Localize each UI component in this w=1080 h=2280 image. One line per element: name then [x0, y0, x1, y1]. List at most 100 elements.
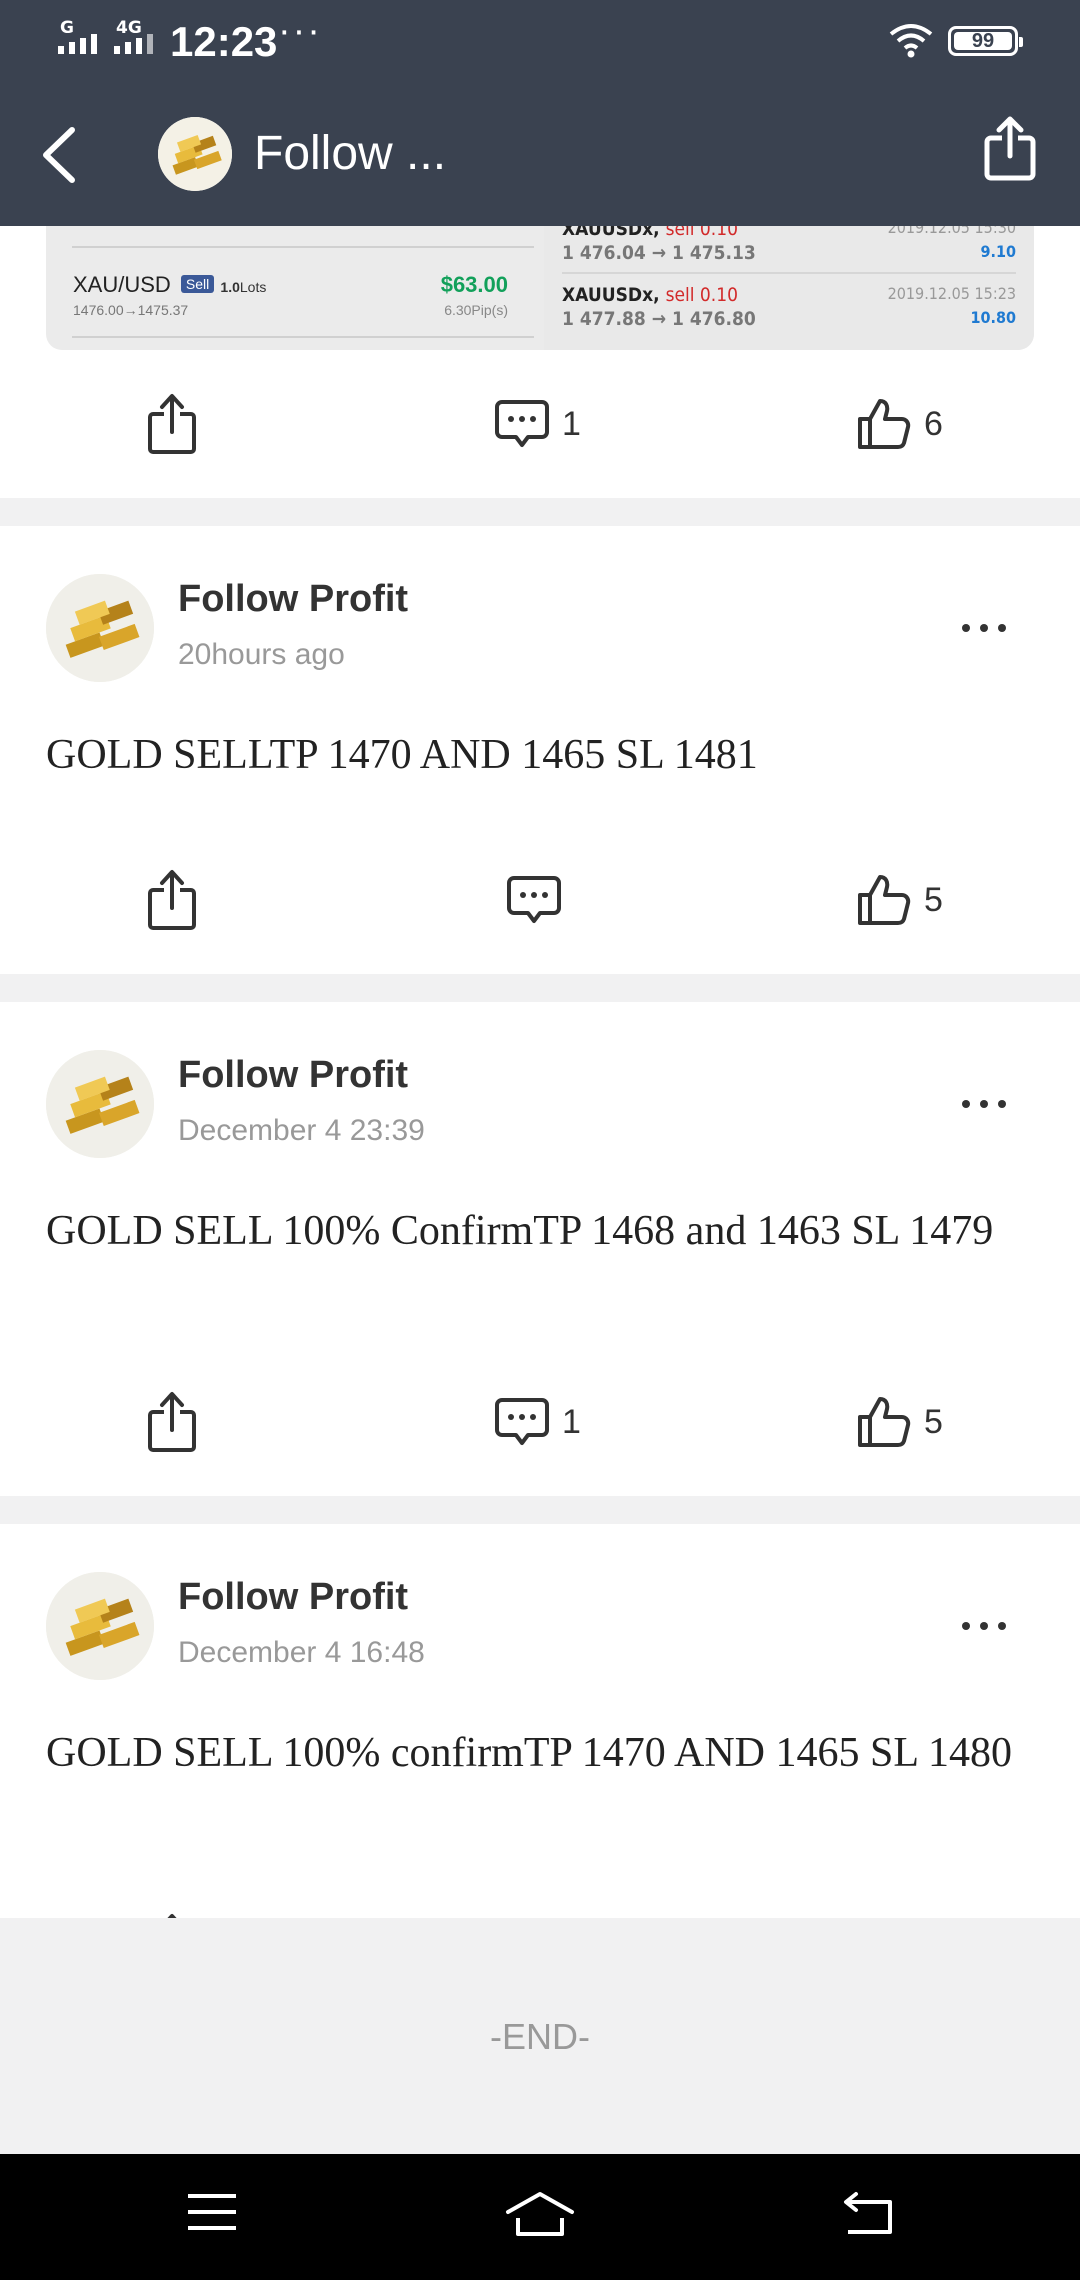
- nav-avatar[interactable]: [158, 117, 232, 191]
- trade-preview-box: XAU/USD Sell 1.0Lots 1476.00→1475.37 $63…: [46, 226, 1034, 350]
- feed-card: XAU/USD Sell 1.0Lots 1476.00→1475.37 $63…: [0, 226, 1080, 498]
- post-time: December 4 23:39: [178, 1114, 425, 1147]
- trade-preview-right: XAUUSDx, sell 0.10 1 476.04 → 1 475.13 2…: [544, 226, 1034, 350]
- app-header: G 4G 12:23 ··· 99 Follow ...: [0, 0, 1080, 226]
- trade-preview-left: XAU/USD Sell 1.0Lots 1476.00→1475.37 $63…: [46, 226, 534, 350]
- battery-icon: 99: [948, 26, 1023, 56]
- share-icon[interactable]: [980, 114, 1040, 184]
- share-icon: [148, 394, 196, 454]
- thumbs-up-icon: [858, 875, 911, 925]
- post-time: 20hours ago: [178, 638, 345, 671]
- share-button[interactable]: [146, 350, 198, 498]
- trade-preview-image[interactable]: XAU/USD Sell 1.0Lots 1476.00→1475.37 $63…: [0, 226, 1080, 350]
- action: sell 0.10: [665, 284, 738, 306]
- trade-pair-label: XAU/USD: [73, 272, 171, 297]
- wifi-icon: [889, 24, 933, 58]
- author-name[interactable]: Follow Profit: [178, 1054, 408, 1097]
- comment-count: 1: [562, 404, 581, 443]
- post-header: Follow Profit December 4 23:39: [0, 1002, 1080, 1162]
- signal-bars-icon: [114, 34, 153, 54]
- author-name[interactable]: Follow Profit: [178, 578, 408, 621]
- trade-profit: $63.00: [440, 272, 508, 297]
- back-arrow-icon[interactable]: [30, 120, 90, 190]
- share-icon: [148, 870, 196, 930]
- avatar[interactable]: [46, 574, 154, 682]
- trade-row-datetime: 2019.12.05 15:30: [887, 226, 1016, 237]
- share-icon: [148, 1392, 196, 1452]
- gold-bars-icon: [46, 1050, 154, 1158]
- trade-pair: XAU/USD Sell 1.0Lots: [73, 272, 266, 298]
- thumbs-up-icon: [858, 399, 911, 449]
- trade-row-datetime: 2019.12.05 15:23: [887, 284, 1016, 303]
- like-count: 5: [924, 1402, 943, 1441]
- sell-badge: Sell: [180, 275, 215, 293]
- trade-row: XAUUSDx, sell 0.10 1 476.04 → 1 475.13 2…: [562, 226, 1016, 278]
- status-time: 12:23: [170, 18, 278, 65]
- status-more-icon: ···: [278, 10, 322, 52]
- post-actions: 1 5: [0, 1348, 1080, 1496]
- trade-row-symbol: XAUUSDx, sell 0.10: [562, 284, 738, 306]
- comment-button[interactable]: [506, 826, 574, 974]
- menu-icon[interactable]: [186, 2190, 238, 2234]
- more-dots-icon[interactable]: [962, 618, 1006, 638]
- lots-unit: Lots: [239, 279, 267, 295]
- post-text[interactable]: GOLD SELL 100% ConfirmTP 1468 and 1463 S…: [0, 1162, 1080, 1348]
- comment-icon: [495, 400, 549, 447]
- post-header: Follow Profit December 4 16:48: [0, 1524, 1080, 1684]
- battery-level: 99: [954, 31, 1012, 51]
- post-actions: 5: [0, 826, 1080, 974]
- gold-bars-icon: [46, 574, 154, 682]
- trade-row-symbol: XAUUSDx, sell 0.10: [562, 226, 738, 240]
- end-label: -END-: [490, 2016, 590, 2057]
- comment-icon: [507, 876, 561, 923]
- trade-lots: 1.0Lots: [220, 279, 266, 295]
- avatar[interactable]: [46, 1050, 154, 1158]
- post-header: Follow Profit 20hours ago: [0, 526, 1080, 686]
- comment-icon: [495, 1398, 549, 1445]
- page-title: Follow ...: [254, 127, 447, 180]
- more-dots-icon[interactable]: [962, 1616, 1006, 1636]
- more-dots-icon[interactable]: [962, 1094, 1006, 1114]
- trade-row-prices: 1 476.04 → 1 475.13: [562, 242, 756, 264]
- share-button[interactable]: [146, 1348, 198, 1496]
- action: sell 0.10: [665, 226, 738, 240]
- signal-bars-icon: [58, 34, 97, 54]
- like-button[interactable]: 5: [856, 1348, 943, 1496]
- feed-card: Follow Profit 20hours ago GOLD SELLTP 14…: [0, 526, 1080, 974]
- trade-row-prices: 1 477.88 → 1 476.80: [562, 308, 756, 330]
- comment-count: 1: [562, 1402, 581, 1441]
- gold-bars-icon: [158, 117, 232, 191]
- author-name[interactable]: Follow Profit: [178, 1576, 408, 1619]
- like-count: 6: [924, 404, 943, 443]
- feed-card: Follow Profit December 4 23:39 GOLD SELL…: [0, 1002, 1080, 1496]
- share-button[interactable]: [146, 826, 198, 974]
- divider: [562, 272, 1016, 274]
- like-button[interactable]: 6: [856, 350, 943, 498]
- symbol: XAUUSDx,: [562, 226, 660, 240]
- like-count: 5: [924, 880, 943, 919]
- divider: [72, 246, 534, 248]
- post-time: December 4 16:48: [178, 1636, 425, 1669]
- system-nav-bar: [0, 2154, 1080, 2280]
- card-gap: [0, 498, 1080, 526]
- card-gap: [0, 1496, 1080, 1524]
- post-text[interactable]: GOLD SELL 100% confirmTP 1470 AND 1465 S…: [0, 1684, 1080, 1870]
- feed-end: -END-: [0, 1918, 1080, 2154]
- trade-row-value: 9.10: [980, 242, 1016, 261]
- divider: [72, 336, 534, 338]
- comment-button[interactable]: 1: [494, 350, 581, 498]
- feed: XAU/USD Sell 1.0Lots 1476.00→1475.37 $63…: [0, 226, 1080, 2018]
- like-button[interactable]: 5: [856, 826, 943, 974]
- post-text[interactable]: GOLD SELLTP 1470 AND 1465 SL 1481: [0, 686, 1080, 826]
- home-icon[interactable]: [504, 2190, 576, 2240]
- symbol: XAUUSDx,: [562, 284, 660, 306]
- return-icon[interactable]: [842, 2190, 896, 2236]
- thumbs-up-icon: [858, 1397, 911, 1447]
- trade-pips: 6.30Pip(s): [444, 302, 508, 318]
- trade-range: 1476.00→1475.37: [73, 302, 189, 318]
- comment-button[interactable]: 1: [494, 1348, 581, 1496]
- gold-bars-icon: [46, 1572, 154, 1680]
- avatar[interactable]: [46, 1572, 154, 1680]
- trade-row-value: 10.80: [970, 308, 1016, 327]
- card-gap: [0, 974, 1080, 1002]
